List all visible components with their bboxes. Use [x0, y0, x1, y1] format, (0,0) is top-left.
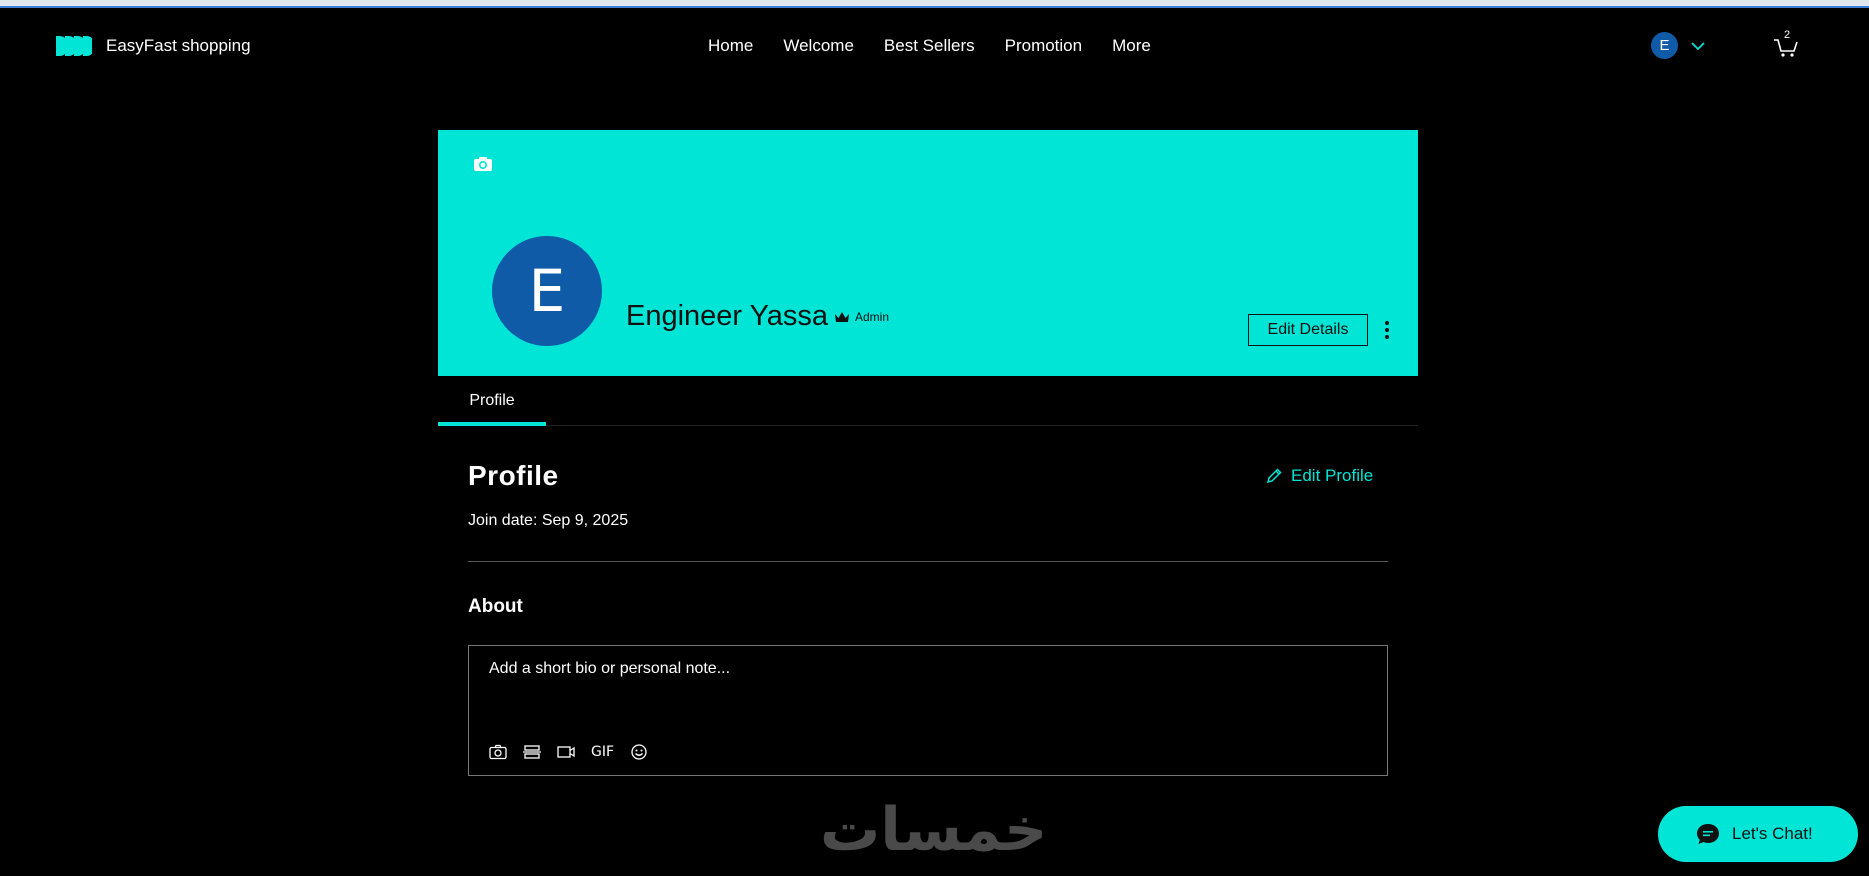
- profile-tabs: Profile: [438, 376, 1418, 426]
- crown-icon: [835, 311, 849, 322]
- site-header: EasyFast shopping Home Welcome Best Sell…: [0, 8, 1869, 84]
- role-badge: Admin: [835, 310, 889, 324]
- chevron-down-icon: [1691, 41, 1705, 50]
- emoji-icon[interactable]: [630, 744, 648, 760]
- edit-profile-link[interactable]: Edit Profile: [1265, 466, 1373, 486]
- join-date: Join date: Sep 9, 2025: [468, 512, 629, 529]
- site-logo[interactable]: EasyFast shopping: [56, 36, 251, 56]
- change-cover-camera-icon[interactable]: [473, 156, 493, 172]
- chat-button[interactable]: Let's Chat!: [1658, 806, 1858, 862]
- chat-label: Let's Chat!: [1732, 824, 1813, 843]
- cart-button[interactable]: 2: [1772, 29, 1800, 60]
- chat-bubble-icon: [1697, 824, 1719, 844]
- profile-cover: E Engineer Yassa Admin Edit Details: [438, 130, 1418, 376]
- profile-name: Engineer Yassa: [626, 300, 829, 332]
- nav-promotion[interactable]: Promotion: [1005, 36, 1082, 56]
- profile-avatar[interactable]: E: [492, 236, 602, 346]
- camera-icon[interactable]: [489, 744, 507, 760]
- nav-home[interactable]: Home: [708, 36, 753, 56]
- user-menu[interactable]: E: [1651, 32, 1706, 59]
- more-options-icon[interactable]: [1384, 320, 1390, 340]
- divider-icon[interactable]: [523, 744, 541, 760]
- about-section-title: About: [468, 596, 523, 617]
- nav-more[interactable]: More: [1112, 36, 1151, 56]
- pencil-icon: [1266, 468, 1282, 484]
- cart-count: 2: [1784, 29, 1791, 41]
- tab-active-indicator: [438, 422, 546, 426]
- nav-welcome[interactable]: Welcome: [783, 36, 854, 56]
- role-label: Admin: [855, 310, 890, 324]
- edit-details-button[interactable]: Edit Details: [1248, 314, 1368, 346]
- bio-editor[interactable]: Add a short bio or personal note... GIF: [468, 645, 1388, 776]
- brand-logo-icon: [56, 36, 92, 56]
- edit-profile-label: Edit Profile: [1291, 466, 1374, 485]
- main-nav: Home Welcome Best Sellers Promotion More: [708, 36, 1181, 56]
- watermark: خمسات: [820, 795, 1048, 865]
- browser-top-edge: [0, 0, 1869, 8]
- bio-placeholder: Add a short bio or personal note...: [489, 660, 731, 677]
- bio-toolbar: GIF: [489, 744, 664, 760]
- brand-name: EasyFast shopping: [106, 36, 251, 55]
- section-divider: [468, 561, 1388, 562]
- nav-best-sellers[interactable]: Best Sellers: [884, 36, 975, 56]
- user-avatar: E: [1651, 32, 1678, 59]
- video-icon[interactable]: [557, 744, 575, 760]
- gif-icon[interactable]: GIF: [591, 744, 614, 760]
- profile-section-title: Profile: [468, 460, 559, 491]
- tab-profile[interactable]: Profile: [438, 376, 546, 426]
